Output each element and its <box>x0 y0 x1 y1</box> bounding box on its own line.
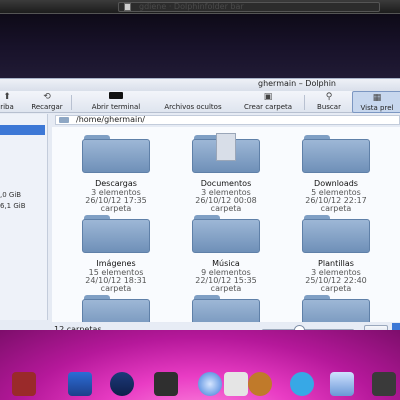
folder-name: Documentos <box>200 179 252 188</box>
camera-icon[interactable] <box>224 372 248 396</box>
titlebar[interactable]: ghermain – Dolphin <box>0 79 400 91</box>
folder-item[interactable]: Downloads 5 elementos 26/10/12 22:17 car… <box>272 135 372 217</box>
bookmark-icon[interactable] <box>12 372 36 396</box>
up-label: riba <box>0 103 14 111</box>
search-icon: ⚲ <box>325 92 333 102</box>
folder-kind: carpeta <box>320 284 352 293</box>
folder-icon <box>302 135 370 173</box>
folder-name: Downloads <box>314 179 358 188</box>
reload-button[interactable]: ⟲ Recargar <box>26 91 68 113</box>
folder-kind: carpeta <box>210 284 242 293</box>
folder-item[interactable]: Documentos 3 elementos 26/10/12 00:08 ca… <box>162 133 262 217</box>
open-terminal-button[interactable]: Abrir terminal <box>84 91 148 113</box>
folder-icon <box>302 295 370 322</box>
network-icon[interactable] <box>110 372 134 396</box>
sidebar-item-selected[interactable] <box>0 125 45 135</box>
preview-label: Vista prel <box>360 104 394 112</box>
wine-icon[interactable] <box>154 372 178 396</box>
new-folder-icon: ▣ <box>263 92 273 102</box>
places-sidebar: ,0 GiB 6,1 GiB <box>0 114 48 320</box>
reload-icon: ⟲ <box>43 92 51 102</box>
folder-icon <box>82 215 150 253</box>
top-task-label: gdiene · Dolphinfolder bar <box>139 2 244 11</box>
folder-item[interactable]: Música 9 elementos 22/10/12 15:35 carpet… <box>162 215 262 297</box>
hidden-files-button[interactable]: Archivos ocultos <box>156 91 230 113</box>
folder-kind: carpeta <box>100 284 132 293</box>
folder-icon <box>82 135 150 173</box>
reload-label: Recargar <box>31 103 63 111</box>
monitor-icon[interactable] <box>372 372 396 396</box>
location-path: /home/ghermain/ <box>76 115 145 124</box>
folder-item[interactable] <box>272 295 372 322</box>
open-terminal-label: Abrir terminal <box>91 103 141 111</box>
folder-item[interactable] <box>52 295 152 322</box>
image-icon[interactable] <box>68 372 92 396</box>
folder-kind: carpeta <box>100 204 132 213</box>
folder-icon <box>192 215 260 253</box>
terminal-icon <box>84 92 148 102</box>
top-task-button[interactable]: gdiene · Dolphinfolder bar <box>118 2 380 12</box>
folder-name: Imágenes <box>96 259 136 268</box>
toolbar-separator <box>71 95 72 110</box>
folder-kind: carpeta <box>320 204 352 213</box>
document-folder-icon <box>192 133 260 173</box>
home-icon[interactable] <box>330 372 354 396</box>
hidden-files-label: Archivos ocultos <box>164 103 222 111</box>
folder-item[interactable]: Plantillas 3 elementos 25/10/12 22:40 ca… <box>272 215 372 297</box>
folder-item[interactable]: Imágenes 15 elementos 24/10/12 18:31 car… <box>52 215 152 297</box>
hidden-files-icon <box>156 92 230 102</box>
folder-name: Música <box>212 259 240 268</box>
search-button[interactable]: ⚲ Buscar <box>312 91 346 113</box>
folder-icon <box>302 215 370 253</box>
new-folder-button[interactable]: ▣ Crear carpeta <box>236 91 300 113</box>
folder-name: Descargas <box>95 179 137 188</box>
sidebar-item-disk1[interactable]: ,0 GiB <box>0 191 21 199</box>
folder-icon <box>82 295 150 322</box>
preview-icon: ▦ <box>372 93 382 103</box>
window-icon <box>124 3 131 11</box>
location-bar[interactable]: /home/ghermain/ <box>55 115 400 125</box>
folder-kind: carpeta <box>210 204 242 213</box>
search-label: Buscar <box>317 103 341 111</box>
top-panel: gdiene · Dolphinfolder bar <box>0 0 400 14</box>
toolbar-separator <box>304 95 305 110</box>
dolphin-window: ghermain – Dolphin ⬆ riba ⟲ Recargar Abr… <box>0 78 400 340</box>
globe-icon[interactable] <box>198 372 222 396</box>
arrow-up-icon: ⬆ <box>3 92 11 102</box>
folder-item[interactable] <box>162 295 262 322</box>
window-title: ghermain – Dolphin <box>257 79 336 88</box>
folder-icon <box>59 117 69 123</box>
skype-icon[interactable] <box>290 372 314 396</box>
toolbar: ⬆ riba ⟲ Recargar Abrir terminal Archivo… <box>0 91 400 113</box>
folder-name: Plantillas <box>318 259 354 268</box>
new-folder-label: Crear carpeta <box>243 103 293 111</box>
taskbar-dock <box>0 366 400 400</box>
folder-item[interactable]: Descargas 3 elementos 26/10/12 17:35 car… <box>52 135 152 217</box>
folder-icon <box>192 295 260 322</box>
file-view: Descargas 3 elementos 26/10/12 17:35 car… <box>52 127 400 322</box>
sidebar-item-disk2[interactable]: 6,1 GiB <box>0 202 26 210</box>
preview-button[interactable]: ▦ Vista prel <box>352 91 400 113</box>
up-button[interactable]: ⬆ riba <box>0 91 18 113</box>
joystick-icon[interactable] <box>248 372 272 396</box>
